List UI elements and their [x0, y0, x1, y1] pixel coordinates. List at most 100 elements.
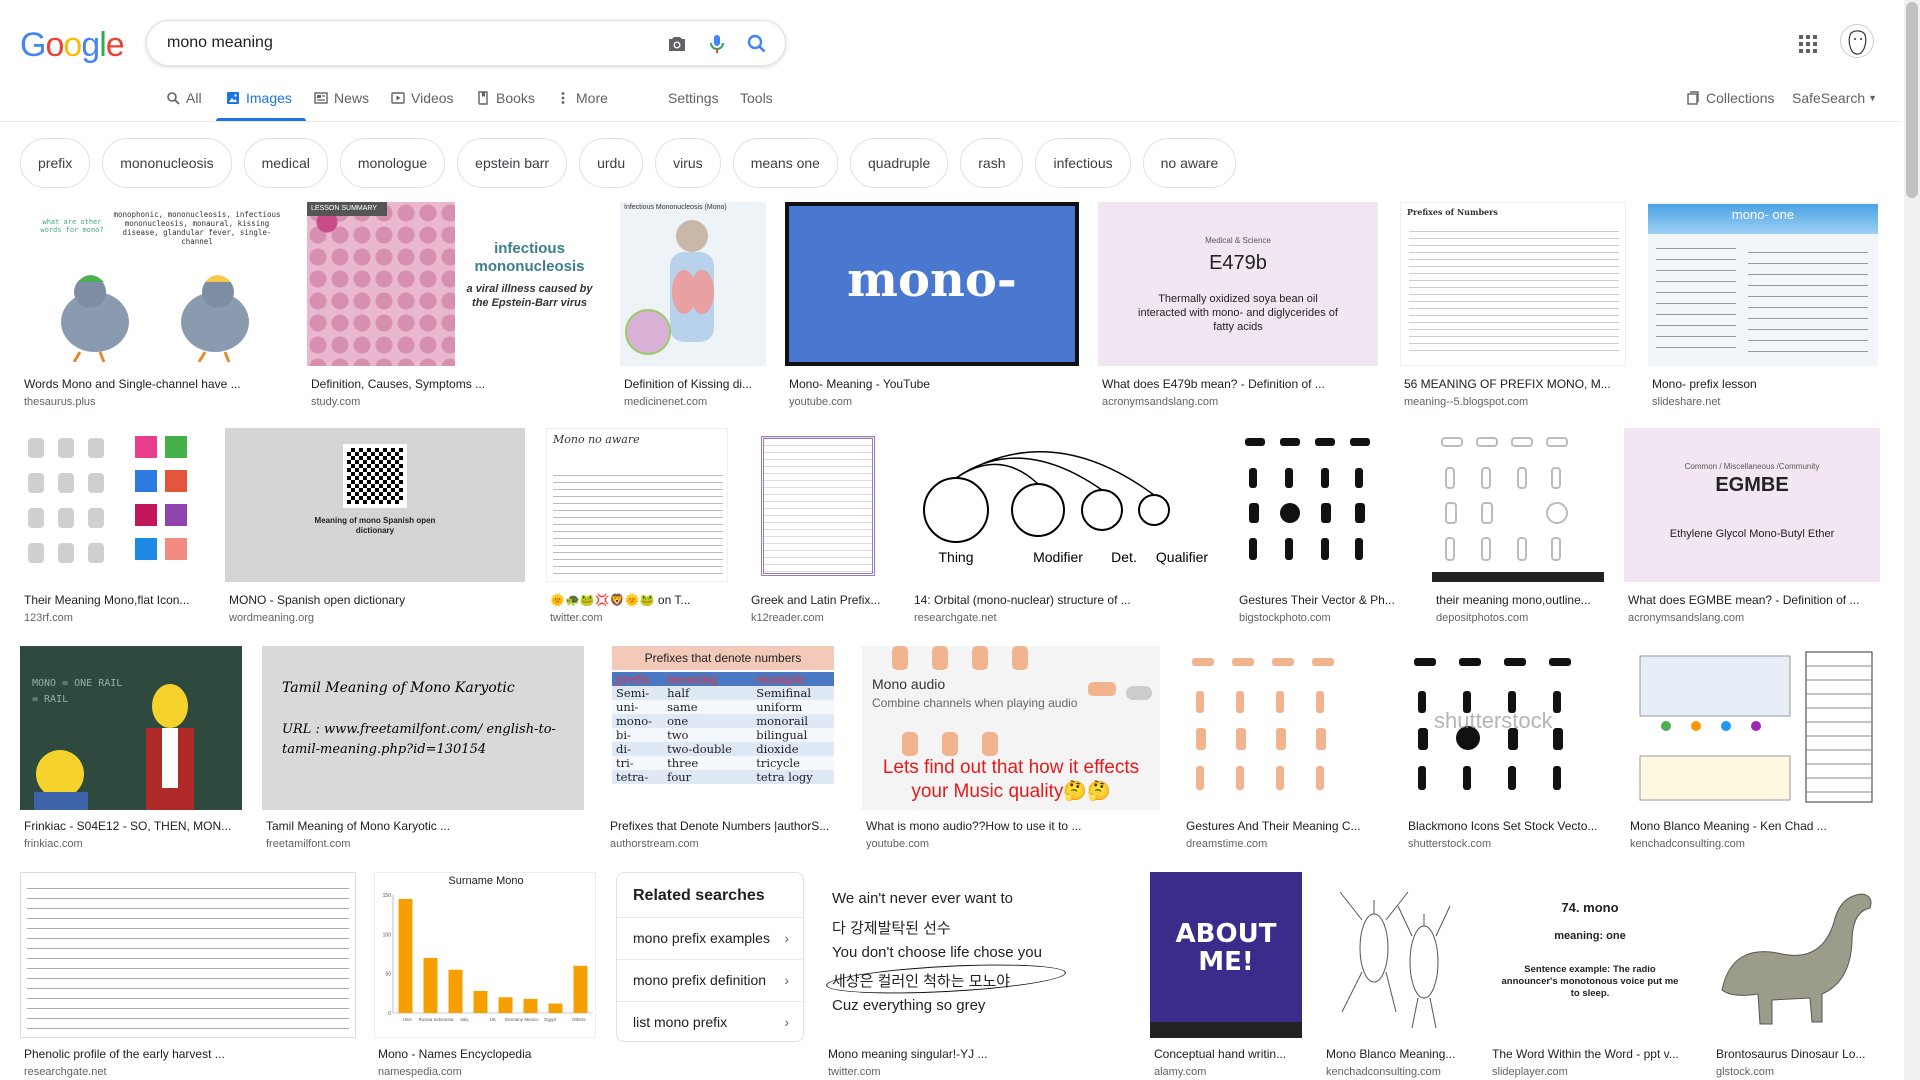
chip[interactable]: rash [960, 138, 1024, 188]
result-caption: Prefixes that Denote Numbers |authorS... [610, 819, 830, 833]
tab-news[interactable]: News [314, 90, 369, 106]
table-cell: Semi- [616, 686, 650, 700]
chip[interactable]: virus [655, 138, 721, 188]
search-icon[interactable] [745, 32, 769, 56]
image-result[interactable]: Prefixes that denote numbers prefix mean… [606, 646, 840, 850]
account-avatar[interactable] [1840, 24, 1874, 58]
chart-bar [448, 969, 463, 1013]
microphone-icon[interactable] [705, 32, 729, 56]
result-source: twitter.com [828, 1066, 881, 1078]
thumb-text: Sentence example: The radio announcer's … [1501, 964, 1679, 999]
image-result[interactable]: Gestures And Their Meaning C... dreamsti… [1182, 646, 1364, 850]
result-source: k12reader.com [751, 612, 824, 624]
image-result[interactable]: their meaning mono,outline... depositpho… [1432, 428, 1604, 624]
thumb-text: URL : www.freetamilfont.com/ english-to-… [282, 722, 556, 757]
image-result[interactable]: MONO = ONE RAIL = RAIL Frinkiac - S04E12… [20, 646, 242, 850]
result-source: slideplayer.com [1492, 1066, 1568, 1078]
chip[interactable]: epstein barr [457, 138, 568, 188]
image-result[interactable]: Phenolic profile of the early harvest ..… [20, 872, 356, 1078]
related-search-item[interactable]: mono prefix examples › [617, 917, 803, 957]
image-result[interactable]: We ain't never ever want to 다 강제발탁된 선수 Y… [824, 872, 1130, 1078]
image-result[interactable]: Mono no aware 🌞🐢🐸💢🦁🌞🐸 on T... twitter.co… [546, 428, 728, 624]
image-result[interactable]: Brontosaurus Dinosaur Lo... glstock.com [1712, 872, 1878, 1078]
chip[interactable]: quadruple [849, 138, 949, 188]
image-result[interactable]: 74. mono meaning: one Sentence example: … [1488, 872, 1692, 1078]
tab-more[interactable]: More [556, 90, 608, 106]
lyric-line: Cuz everything so grey [832, 997, 986, 1014]
thumb-text: meaning: one [1554, 930, 1626, 942]
image-result[interactable]: Medical & Science E479b Thermally oxidiz… [1098, 202, 1378, 408]
image-result[interactable]: Prefixes of Numbers 56 MEANING OF PREFIX… [1400, 202, 1626, 408]
chip[interactable]: prefix [20, 138, 91, 188]
result-caption: 14: Orbital (mono-nuclear) structure of … [914, 593, 1131, 607]
tab-books[interactable]: Books [476, 90, 535, 106]
result-source: alamy.com [1154, 1066, 1207, 1078]
x-tick-label: Others [572, 1017, 586, 1022]
image-result[interactable]: Tamil Meaning of Mono Karyotic URL : www… [262, 646, 584, 850]
result-caption: Definition of Kissing di... [624, 377, 753, 391]
table-cell: bilingual [756, 728, 808, 742]
result-source: dreamstime.com [1186, 838, 1268, 850]
safesearch-dropdown[interactable]: SafeSearch ▼ [1792, 90, 1877, 106]
scrollbar-thumb[interactable] [1906, 2, 1918, 198]
image-result[interactable]: Thing Modifier Det. Qualifier 14: Orbita… [910, 428, 1214, 624]
chart-bar [473, 990, 488, 1013]
image-result[interactable]: LESSON SUMMARY infectious mononucleosis … [307, 202, 601, 408]
result-source: acronymsandslang.com [1102, 396, 1219, 408]
image-result[interactable]: Their Meaning Mono,flat Icon... 123rf.co… [20, 428, 206, 624]
image-result[interactable]: mono- one Mono- prefix lesson slideshare… [1648, 202, 1878, 408]
surname-bar-chart: 0 50 100 150 USA Russia Indonesia Italy UK Germa… [383, 893, 593, 1022]
image-result[interactable]: Common / Miscellaneous /Community EGMBE … [1624, 428, 1880, 624]
x-tick-label: Germany Mexico [505, 1017, 540, 1022]
chip[interactable]: no aware [1142, 138, 1237, 188]
image-result[interactable]: Greek and Latin Prefix... k12reader.com [747, 428, 891, 624]
thumb-text: mono- [847, 252, 1017, 308]
image-result[interactable]: shutterstock Blackmono Icons Set Stock V… [1404, 646, 1604, 850]
tab-all[interactable]: All [166, 90, 202, 106]
diagram-label: Det. [1111, 549, 1137, 565]
result-thumbnail: ABOUT ME! [1150, 872, 1302, 1038]
diagram-label: Qualifier [1156, 549, 1208, 565]
tab-images[interactable]: Images [226, 90, 292, 106]
result-source: namespedia.com [378, 1066, 462, 1078]
image-result[interactable]: Meaning of mono Spanish open dictionary … [225, 428, 525, 624]
tab-videos[interactable]: Videos [391, 90, 454, 106]
image-result[interactable]: what are other words for mono? monophoni… [20, 202, 288, 408]
image-result[interactable]: mono- Mono- Meaning - YouTube youtube.co… [785, 202, 1079, 408]
table-cell: tetra logy [756, 770, 813, 784]
y-tick-label: 150 [383, 893, 392, 899]
search-input[interactable] [167, 31, 637, 55]
google-logo[interactable]: Google [20, 26, 125, 65]
result-thumbnail [1322, 872, 1468, 1038]
x-tick-label: Italy [460, 1017, 469, 1022]
chip[interactable]: monologue [339, 138, 446, 188]
search-tabs: All Images News Videos Books More Settin… [0, 80, 1900, 122]
chip[interactable]: urdu [579, 138, 644, 188]
table-cell: dioxide [756, 742, 799, 756]
collections-button[interactable]: Collections [1686, 90, 1774, 106]
chip[interactable]: medical [243, 138, 328, 188]
bookmark-icon [1687, 91, 1699, 105]
image-result[interactable]: Infectious Mononucleosis (Mono) Definiti… [620, 202, 766, 408]
image-result[interactable]: Mono audio Combine channels when playing… [862, 646, 1160, 850]
image-result[interactable]: Gestures Their Vector & Ph... bigstockph… [1235, 428, 1411, 624]
tab-tools[interactable]: Tools [740, 90, 773, 106]
apps-grid-icon[interactable] [1796, 32, 1820, 56]
chip[interactable]: infectious [1035, 138, 1131, 188]
related-searches-panel: Related searches mono prefix examples › … [616, 872, 804, 1042]
thumb-text: E479b [1209, 252, 1267, 274]
image-result[interactable]: Mono Blanco Meaning... kenchadconsulting… [1322, 872, 1468, 1078]
image-result[interactable]: Surname Mono 0 50 100 150 USA Russia Indonesi… [374, 872, 596, 1078]
image-result[interactable]: Mono Blanco Meaning - Ken Chad ... kench… [1626, 646, 1878, 850]
chip[interactable]: means one [732, 138, 838, 188]
related-search-item[interactable]: mono prefix definition › [617, 959, 803, 999]
related-search-item[interactable]: list mono prefix › [617, 1001, 803, 1041]
table-cell: monorail [756, 714, 809, 728]
camera-icon[interactable] [665, 32, 689, 56]
chip[interactable]: mononucleosis [102, 138, 232, 188]
result-caption: The Word Within the Word - ppt v... [1492, 1047, 1679, 1061]
tab-settings[interactable]: Settings [668, 90, 719, 106]
image-result[interactable]: ABOUT ME! Conceptual hand writin... alam… [1150, 872, 1302, 1078]
result-caption: Gestures Their Vector & Ph... [1239, 593, 1395, 607]
result-caption: Phenolic profile of the early harvest ..… [24, 1047, 225, 1061]
